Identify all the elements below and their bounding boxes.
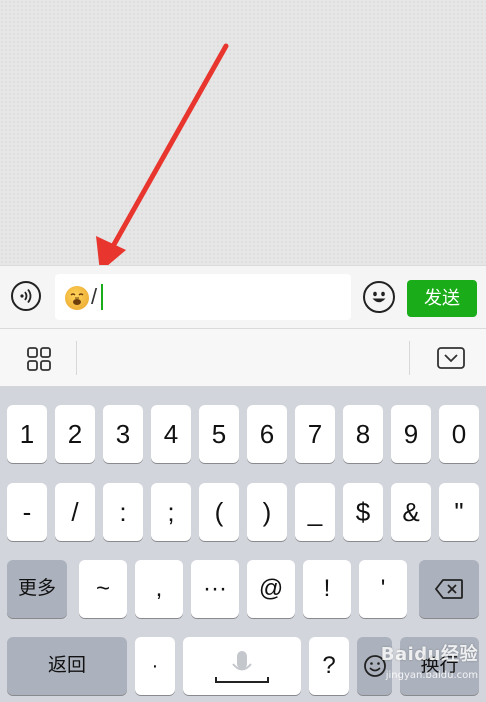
key-8[interactable]: 8 xyxy=(343,405,383,463)
key-left-paren[interactable]: ( xyxy=(199,483,239,541)
text-caret xyxy=(101,284,103,310)
voice-icon[interactable] xyxy=(11,281,41,311)
key-3[interactable]: 3 xyxy=(103,405,143,463)
key-comma[interactable]: , xyxy=(135,560,183,618)
key-2[interactable]: 2 xyxy=(55,405,95,463)
toolbar-divider xyxy=(76,341,77,375)
key-question[interactable]: ? xyxy=(309,637,349,695)
keyboard: 1 2 3 4 5 6 7 8 9 0 - / : ; ( ) _ $ & " … xyxy=(0,387,486,702)
backspace-icon xyxy=(434,579,463,599)
smiley-icon[interactable] xyxy=(363,281,395,313)
key-1[interactable]: 1 xyxy=(7,405,47,463)
arrow-shaft xyxy=(109,43,229,251)
key-underscore[interactable]: _ xyxy=(295,483,335,541)
key-exclamation[interactable]: ! xyxy=(303,560,351,618)
key-colon[interactable]: : xyxy=(103,483,143,541)
key-0[interactable]: 0 xyxy=(439,405,479,463)
backspace-key[interactable] xyxy=(419,560,479,618)
key-at[interactable]: @ xyxy=(247,560,295,618)
keyboard-toolbar xyxy=(0,329,486,387)
key-hyphen[interactable]: - xyxy=(7,483,47,541)
apps-grid-icon[interactable] xyxy=(27,347,51,371)
microphone-icon xyxy=(215,651,269,683)
key-apostrophe[interactable]: ' xyxy=(359,560,407,618)
key-middle-dot[interactable]: · xyxy=(135,637,175,695)
back-key[interactable]: 返回 xyxy=(7,637,127,695)
send-button[interactable]: 发送 xyxy=(407,280,477,317)
key-right-paren[interactable]: ) xyxy=(247,483,287,541)
toolbar-divider xyxy=(409,341,410,375)
key-slash[interactable]: / xyxy=(55,483,95,541)
space-mic-key[interactable] xyxy=(183,637,301,695)
key-5[interactable]: 5 xyxy=(199,405,239,463)
emoji-sticker-icon xyxy=(65,286,89,310)
key-tilde[interactable]: ~ xyxy=(79,560,127,618)
emoji-key[interactable] xyxy=(357,637,392,695)
newline-key[interactable]: 换行 xyxy=(400,637,479,695)
keyboard-collapse-icon[interactable] xyxy=(437,347,465,369)
red-arrow-annotation xyxy=(96,43,229,272)
message-input-field[interactable]: / xyxy=(55,274,351,320)
key-ampersand[interactable]: & xyxy=(391,483,431,541)
key-6[interactable]: 6 xyxy=(247,405,287,463)
key-quote[interactable]: " xyxy=(439,483,479,541)
chat-input-bar: / 发送 xyxy=(0,265,486,329)
emoji-keyboard-icon xyxy=(364,655,386,677)
key-9[interactable]: 9 xyxy=(391,405,431,463)
key-ellipsis[interactable]: ··· xyxy=(191,560,239,618)
typed-text: / xyxy=(91,284,98,309)
key-dollar[interactable]: $ xyxy=(343,483,383,541)
key-4[interactable]: 4 xyxy=(151,405,191,463)
key-7[interactable]: 7 xyxy=(295,405,335,463)
key-semicolon[interactable]: ; xyxy=(151,483,191,541)
more-symbols-key[interactable]: 更多 xyxy=(7,560,67,618)
